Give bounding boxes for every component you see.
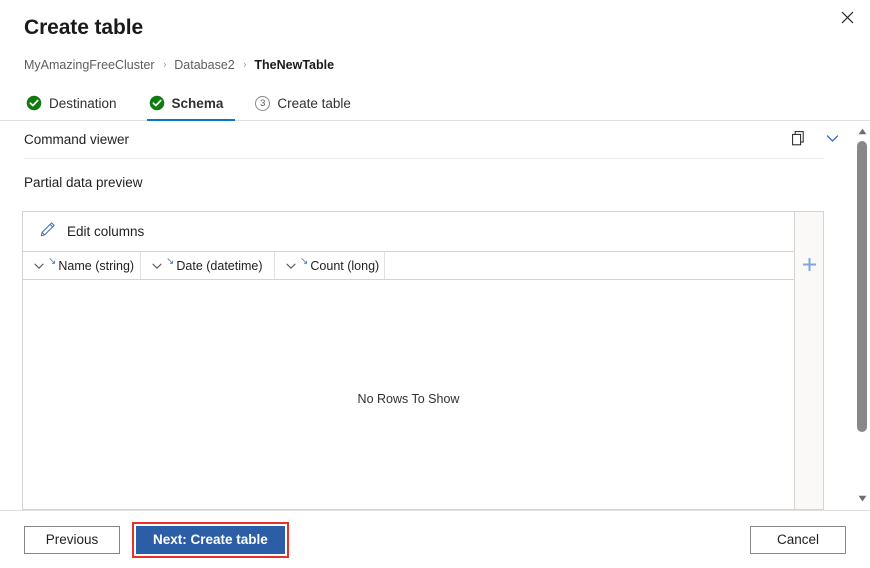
triangle-up-icon [858, 122, 867, 140]
breadcrumb-item-cluster[interactable]: MyAmazingFreeCluster [24, 57, 155, 73]
scrollbar-thumb[interactable] [857, 141, 867, 432]
dialog-header: Create table MyAmazingFreeCluster › Data… [0, 0, 870, 121]
grid-body: No Rows To Show [23, 280, 794, 509]
chevron-down-icon[interactable] [151, 260, 163, 272]
empty-state-message: No Rows To Show [357, 392, 460, 406]
add-column-rail [794, 211, 824, 510]
copy-icon [790, 130, 807, 150]
edit-columns-label: Edit columns [67, 224, 145, 239]
next-button-highlight: Next: Create table [132, 521, 289, 558]
column-header-date[interactable]: ↘ Date (datetime) [141, 252, 275, 279]
breadcrumb-item-table: TheNewTable [254, 58, 335, 72]
command-viewer-bar: Command viewer [0, 121, 854, 158]
dialog-footer: Previous Next: Create table Cancel [0, 510, 870, 568]
copy-command-button[interactable] [784, 126, 812, 154]
panel-scrollbar[interactable] [854, 121, 870, 510]
data-preview-grid-wrapper: Edit columns ↘ Name (string) ↘ Date (dat… [22, 211, 824, 510]
wizard-step-label: Destination [49, 95, 117, 111]
breadcrumb-separator: › [242, 59, 247, 71]
breadcrumb-separator: › [162, 59, 167, 71]
scroll-up-button[interactable] [854, 123, 870, 139]
body-content: Command viewer Partial data preview Edit… [0, 121, 854, 510]
previous-button[interactable]: Previous [24, 525, 120, 554]
chevron-down-icon[interactable] [285, 260, 297, 272]
command-viewer-actions [784, 126, 846, 154]
triangle-down-icon [858, 489, 867, 507]
scrollbar-track[interactable] [854, 139, 870, 490]
sort-indicator-icon: ↘ [166, 256, 175, 267]
next-create-table-button[interactable]: Next: Create table [136, 525, 285, 554]
create-table-dialog: Create table MyAmazingFreeCluster › Data… [0, 0, 870, 568]
cancel-button[interactable]: Cancel [750, 525, 846, 554]
close-button[interactable] [824, 0, 870, 34]
step-number: 3 [255, 95, 271, 111]
wizard-steps: Destination Schema 3 Create table [24, 87, 846, 121]
add-column-button[interactable] [794, 252, 824, 280]
chevron-down-icon [825, 131, 840, 149]
breadcrumb: MyAmazingFreeCluster › Database2 › TheNe… [24, 57, 846, 73]
wizard-step-schema[interactable]: Schema [146, 87, 236, 121]
command-viewer-title: Command viewer [24, 132, 130, 147]
sort-indicator-icon: ↘ [300, 256, 309, 267]
column-header-count[interactable]: ↘ Count (long) [275, 252, 385, 279]
column-header-label: Date (datetime) [176, 258, 263, 273]
step-number-icon: 3 [255, 95, 271, 111]
close-icon [841, 11, 854, 24]
pencil-icon [39, 221, 56, 243]
check-circle-icon [149, 95, 165, 111]
grid-main: Edit columns ↘ Name (string) ↘ Date (dat… [22, 211, 794, 510]
column-header-label: Name (string) [58, 258, 135, 273]
partial-data-preview-title: Partial data preview [24, 175, 143, 190]
scroll-down-button[interactable] [854, 490, 870, 506]
sort-indicator-icon: ↘ [48, 256, 57, 267]
wizard-step-destination[interactable]: Destination [24, 87, 129, 121]
data-preview-grid: Edit columns ↘ Name (string) ↘ Date (dat… [22, 211, 824, 510]
column-header-name[interactable]: ↘ Name (string) [23, 252, 141, 279]
wizard-step-label: Schema [171, 95, 224, 111]
page-title: Create table [24, 16, 144, 39]
plus-icon [801, 256, 818, 276]
breadcrumb-item-database[interactable]: Database2 [174, 57, 234, 73]
check-circle-icon [26, 95, 42, 111]
expand-command-viewer-button[interactable] [818, 126, 846, 154]
dialog-body: Command viewer Partial data preview Edit… [0, 121, 870, 510]
edit-columns-button[interactable]: Edit columns [23, 212, 794, 252]
grid-column-header-row: ↘ Name (string) ↘ Date (datetime) ↘ Coun… [23, 252, 794, 280]
wizard-step-create-table[interactable]: 3 Create table [253, 87, 363, 121]
chevron-down-icon[interactable] [33, 260, 45, 272]
column-header-label: Count (long) [310, 258, 380, 273]
wizard-step-label: Create table [277, 95, 351, 111]
